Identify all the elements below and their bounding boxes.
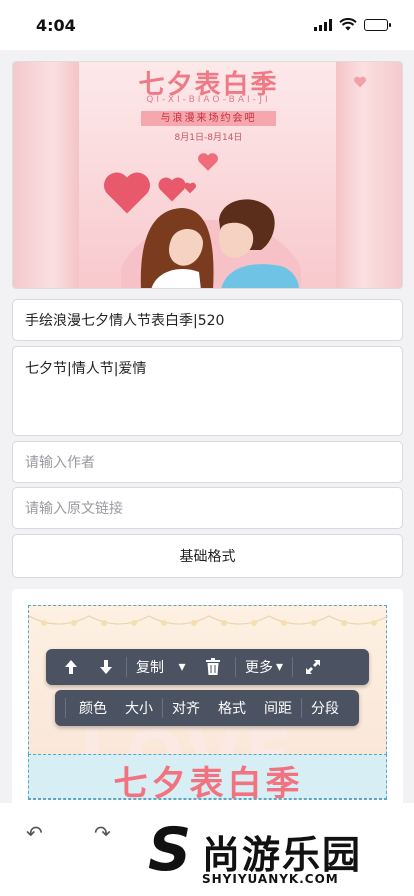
- tags-field[interactable]: 七夕节|情人节|爱情: [12, 346, 403, 436]
- spacing-button[interactable]: 间距: [255, 690, 301, 726]
- redo-icon[interactable]: ↷: [94, 821, 111, 845]
- cover-tag: 与浪漫来场约会吧: [141, 111, 276, 126]
- format-button[interactable]: 格式: [209, 690, 255, 726]
- arrow-down-icon: [100, 660, 112, 674]
- copy-button[interactable]: 复制: [127, 649, 173, 685]
- expand-icon: [306, 660, 321, 674]
- move-down-button[interactable]: [86, 649, 126, 685]
- align-label: 对齐: [172, 701, 200, 717]
- more-label: 更多: [245, 660, 273, 676]
- status-icons: [314, 16, 391, 35]
- delete-button[interactable]: [191, 649, 235, 685]
- watermark-name: 尚游乐园: [202, 833, 363, 877]
- link-field[interactable]: 请输入原文链接: [12, 487, 403, 529]
- undo-icon[interactable]: ↶: [26, 821, 43, 845]
- heart-icon: [198, 153, 218, 171]
- cover-pinyin: QI-XI-BIAO-BAI-JI: [146, 95, 271, 105]
- status-time: 4:04: [36, 15, 76, 35]
- cover-image[interactable]: 七夕表白季 QI-XI-BIAO-BAI-JI 与浪漫来场约会吧 8月1日-8月…: [12, 61, 403, 289]
- basic-format-button[interactable]: 基础格式: [12, 534, 403, 578]
- band-title: 七夕表白季: [113, 764, 304, 804]
- spacing-label: 间距: [264, 701, 292, 717]
- more-button[interactable]: 更多 ▾: [236, 649, 292, 685]
- editor-toolbar-format: 颜色 大小 对齐 格式 间距 分段: [55, 690, 359, 726]
- link-placeholder: 请输入原文链接: [25, 501, 123, 517]
- format-label: 格式: [218, 701, 246, 717]
- tags-value: 七夕节|情人节|爱情: [25, 361, 147, 377]
- selected-text-block[interactable]: 七夕表白季: [28, 754, 387, 804]
- couple-illustration: [121, 199, 301, 288]
- paragraph-button[interactable]: 分段: [302, 690, 348, 726]
- caret-down-icon: ▾: [276, 659, 284, 675]
- watermark-logo: S 尚游乐园 SHYIYUANYK.COM: [148, 818, 414, 896]
- cover-date: 8月1日-8月14日: [174, 133, 243, 143]
- caret-down-icon: ▾: [178, 659, 186, 675]
- editor-toolbar-main: 复制 ▾ 更多 ▾: [46, 649, 369, 685]
- status-bar: 4:04: [0, 0, 414, 50]
- heart-icon: [354, 76, 366, 88]
- size-label: 大小: [125, 701, 153, 717]
- expand-button[interactable]: [293, 649, 333, 685]
- move-up-button[interactable]: [56, 649, 86, 685]
- size-button[interactable]: 大小: [116, 690, 162, 726]
- copy-label: 复制: [136, 660, 164, 676]
- signal-icon: [314, 16, 332, 35]
- title-value: 手绘浪漫七夕情人节表白季|520: [25, 313, 225, 329]
- title-field[interactable]: 手绘浪漫七夕情人节表白季|520: [12, 299, 403, 341]
- align-button[interactable]: 对齐: [163, 690, 209, 726]
- trash-icon: [206, 658, 220, 675]
- paragraph-label: 分段: [311, 701, 339, 717]
- color-label: 颜色: [79, 701, 107, 717]
- author-placeholder: 请输入作者: [25, 455, 95, 471]
- wifi-icon: [339, 16, 357, 35]
- color-button[interactable]: 颜色: [70, 690, 116, 726]
- author-field[interactable]: 请输入作者: [12, 441, 403, 483]
- string-lights: [29, 615, 388, 626]
- arrow-up-icon: [65, 660, 77, 674]
- copy-dropdown-button[interactable]: ▾: [173, 649, 191, 685]
- battery-icon: [364, 19, 391, 31]
- toolbar-divider: [65, 698, 66, 718]
- watermark-domain: SHYIYUANYK.COM: [202, 872, 339, 886]
- watermark-s-icon: S: [148, 815, 192, 885]
